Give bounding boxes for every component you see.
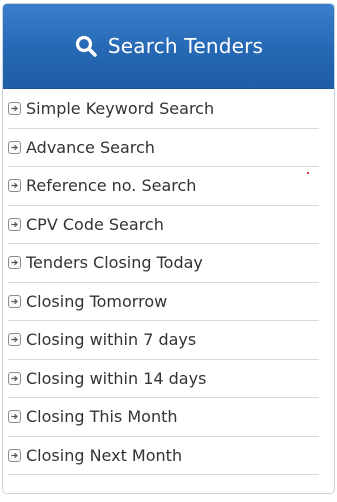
panel-title: Search Tenders [107,34,264,58]
arrow-right-icon [8,294,21,308]
menu-item-closing-tomorrow[interactable]: Closing Tomorrow [8,283,319,321]
menu-item-label: Closing within 14 days [26,368,207,388]
menu-item-reference-no-search[interactable]: Reference no. Search [8,167,319,206]
menu-item-tenders-closing-today[interactable]: Tenders Closing Today [8,244,319,283]
arrow-right-icon [8,333,21,347]
arrow-right-icon [8,410,21,424]
menu-item-label: Closing within 7 days [26,330,197,350]
arrow-right-icon [8,256,21,270]
menu-item-label: Advance Search [26,137,155,157]
menu-item-label: Tenders Closing Today [26,253,203,273]
menu-item-closing-within-7-days[interactable]: Closing within 7 days [8,321,319,360]
arrow-right-icon [8,448,21,462]
menu-item-label: Reference no. Search [26,176,197,196]
panel-header: Search Tenders [3,4,334,89]
menu-item-label: Closing Tomorrow [26,291,168,311]
arrow-right-icon [8,179,21,193]
menu-item-label: Closing Next Month [26,445,183,465]
menu-item-closing-this-month[interactable]: Closing This Month [8,398,319,437]
arrow-right-icon [8,140,21,154]
arrow-right-icon [8,371,21,385]
menu-item-label: Simple Keyword Search [26,99,215,119]
menu-item-cpv-code-search[interactable]: CPV Code Search [8,206,319,244]
menu-item-closing-within-14-days[interactable]: Closing within 14 days [8,360,319,398]
search-icon [74,34,98,58]
menu-item-simple-keyword-search[interactable]: Simple Keyword Search [8,90,319,129]
search-menu: Simple Keyword Search Advance Search Ref… [8,90,319,475]
menu-item-label: CPV Code Search [26,214,164,234]
menu-item-label: Closing This Month [26,407,178,427]
arrow-right-icon [8,102,21,116]
arrow-right-icon [8,217,21,231]
menu-item-closing-next-month[interactable]: Closing Next Month [8,437,319,475]
menu-item-advance-search[interactable]: Advance Search [8,129,319,167]
